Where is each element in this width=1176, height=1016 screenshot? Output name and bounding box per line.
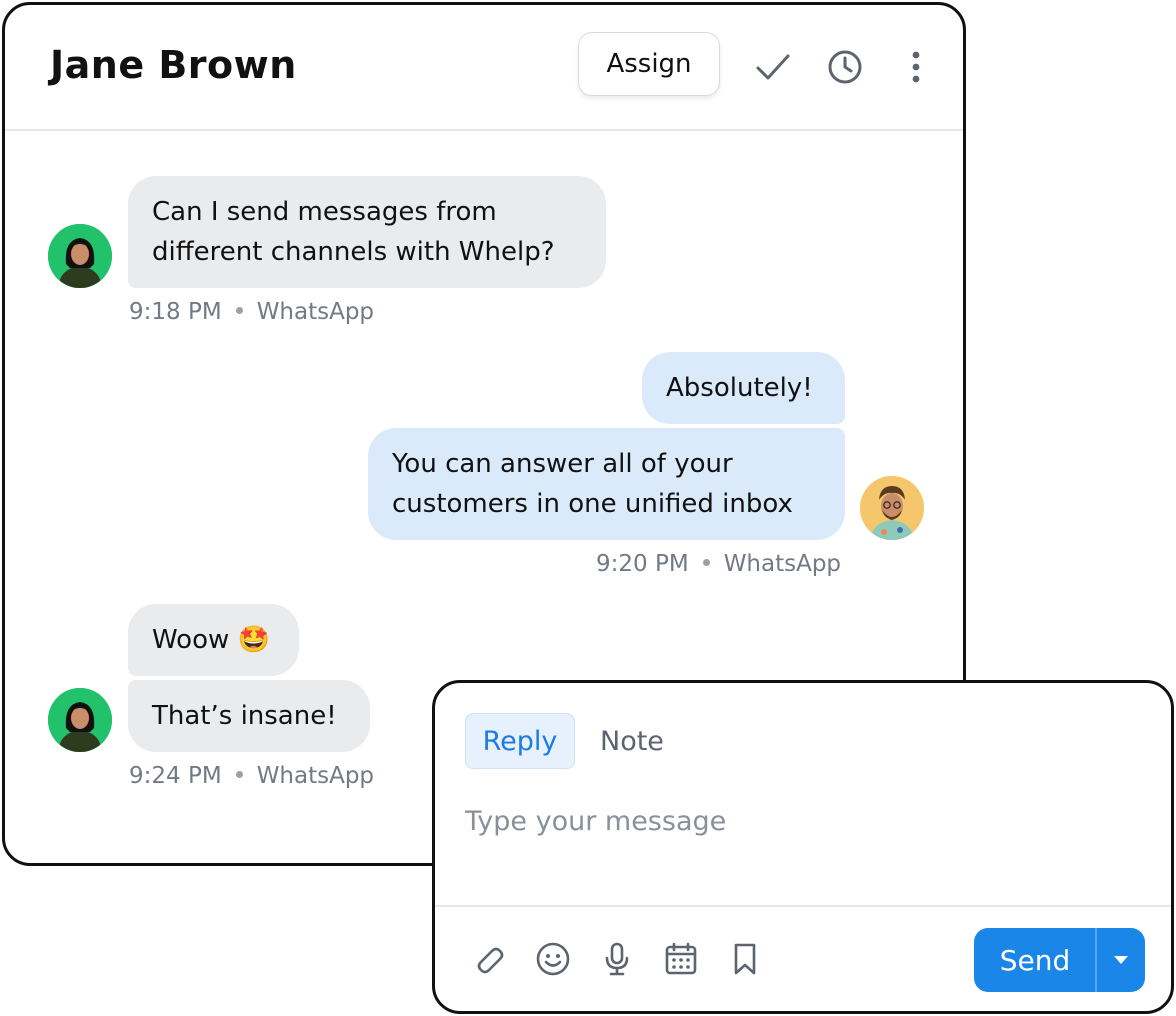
calendar-icon[interactable] [661,939,701,979]
tab-reply[interactable]: Reply [465,713,575,769]
check-icon[interactable] [753,47,793,87]
agent-avatar [860,476,924,540]
message-text: customers in one unified inbox [392,489,793,519]
caret-down-icon [1114,956,1128,964]
message-bubble: Can I send messages from different chann… [128,176,606,288]
message-text: Can I send messages from [152,197,497,227]
message-meta: 9:24 PM WhatsApp [129,763,374,789]
send-options-button[interactable] [1097,928,1145,992]
message-time: 9:20 PM [596,551,689,577]
clock-icon[interactable] [825,47,865,87]
separator-dot [235,771,243,778]
send-button[interactable]: Send [974,928,1096,992]
message-bubble: That’s insane! [128,680,370,752]
message-channel: WhatsApp [256,299,375,325]
microphone-icon[interactable] [597,939,637,979]
separator-dot [235,307,243,314]
message-text: You can answer all of your [392,449,733,479]
reply-composer: Reply Note Send [432,680,1174,1014]
message-channel: WhatsApp [256,763,375,789]
message-text: Absolutely! [666,373,813,403]
separator-dot [702,559,710,566]
message-text: different channels with Whelp? [152,237,555,267]
contact-avatar [48,688,112,752]
message-bubble: You can answer all of your customers in … [368,428,845,540]
message-text: Woow 🤩 [152,625,270,655]
message-bubble: Absolutely! [642,352,845,424]
message-channel: WhatsApp [723,551,842,577]
message-bubble: Woow 🤩 [128,604,299,676]
assign-button[interactable]: Assign [578,32,720,96]
paperclip-icon[interactable] [469,939,509,979]
message-meta: 9:18 PM WhatsApp [129,299,374,325]
smiley-icon[interactable] [533,939,573,979]
more-vertical-icon[interactable] [896,47,936,87]
conversation-header: Jane Brown Assign [5,5,963,131]
composer-divider [435,905,1171,907]
contact-avatar [48,224,112,288]
tab-note[interactable]: Note [600,713,664,769]
message-input[interactable] [465,801,1125,841]
message-text: That’s insane! [152,701,337,731]
message-meta: 9:20 PM WhatsApp [596,551,841,577]
bookmark-icon[interactable] [725,939,765,979]
message-time: 9:18 PM [129,299,222,325]
message-time: 9:24 PM [129,763,222,789]
contact-name: Jane Brown [50,43,297,87]
